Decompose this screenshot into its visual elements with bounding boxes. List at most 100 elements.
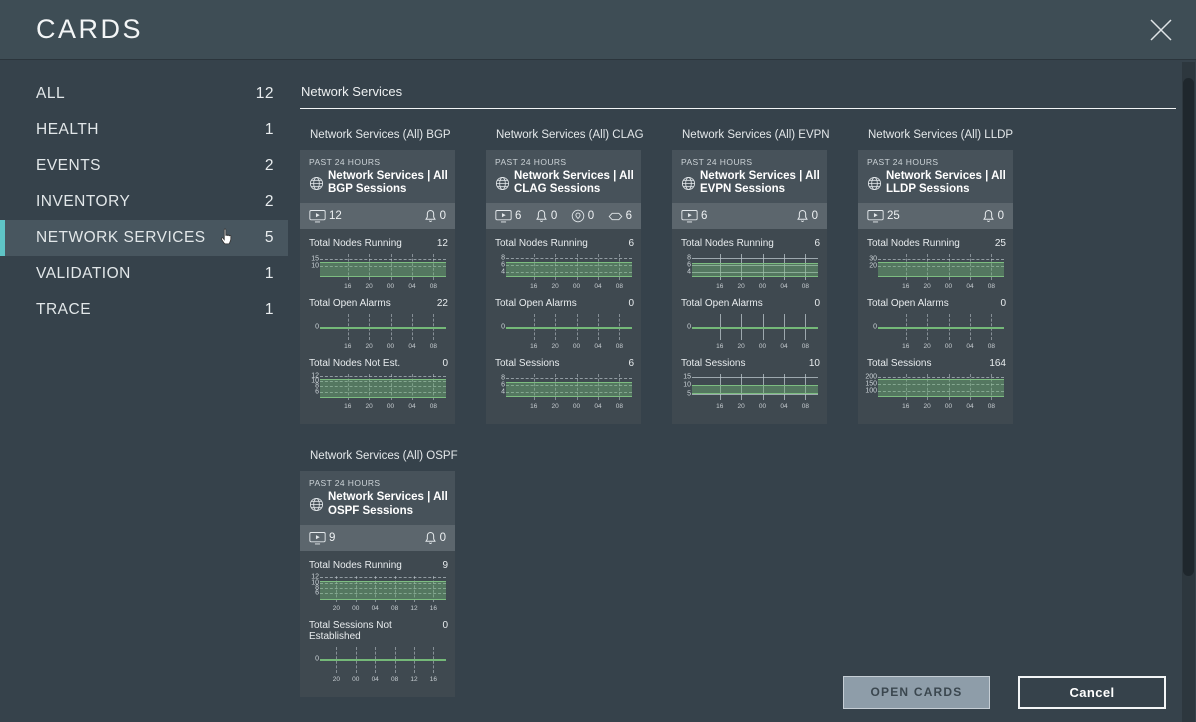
x-tick-label: 00 (387, 283, 394, 290)
x-axis: 1620000408 (320, 402, 446, 411)
mini-chart: 0 (878, 314, 1004, 340)
x-tick-label: 16 (902, 283, 909, 290)
stat-value: 6 (626, 210, 632, 222)
y-tick-label: 100 (862, 388, 877, 395)
chart-band (320, 379, 446, 398)
chart-flat-line (320, 327, 446, 329)
mini-chart: 15105 (692, 374, 818, 400)
chart-label: Total Open Alarms (309, 298, 391, 309)
sidebar-item-inventory[interactable]: INVENTORY2 (0, 184, 288, 220)
x-tick-label: 04 (594, 403, 601, 410)
sidebar-item-count: 5 (265, 229, 274, 247)
mini-chart: 1510 (320, 254, 446, 280)
sidebar-item-count: 12 (256, 85, 274, 103)
stat-value: 0 (588, 210, 594, 222)
card-title: Network Services | All CLAG Sessions (514, 170, 635, 196)
y-tick-label: 20 (862, 263, 877, 270)
nodes-stat: 6 (495, 209, 521, 223)
sidebar-item-label: VALIDATION (36, 265, 131, 283)
open-cards-button[interactable]: OPEN CARDS (843, 676, 990, 709)
card-title: Network Services | All OSPF Sessions (328, 491, 449, 517)
section-divider (300, 108, 1176, 109)
stat-value: 25 (887, 210, 900, 222)
chart-label: Total Sessions (867, 358, 931, 369)
nodes-icon (309, 209, 326, 223)
x-tick-label: 08 (988, 283, 995, 290)
scrollbar-thumb[interactable] (1183, 78, 1194, 576)
x-tick-label: 16 (344, 343, 351, 350)
cards-modal: CARDS ALL12HEALTH1EVENTS2INVENTORY2NETWO… (0, 0, 1196, 722)
chart-label: Total Nodes Running (867, 238, 960, 249)
x-axis: 1620000408 (506, 402, 632, 411)
x-tick-label: 20 (333, 605, 340, 612)
chart-block: Total Open Alarms001620000408 (862, 298, 1009, 351)
y-tick-label: 15 (676, 374, 691, 381)
x-tick-label: 04 (408, 403, 415, 410)
chart-block: Total Nodes Running9121086200004081216 (304, 560, 451, 613)
y-tick-label: 4 (490, 268, 505, 275)
card[interactable]: PAST 24 HOURSNetwork Services | All BGP … (300, 150, 455, 424)
x-tick-label: 20 (924, 283, 931, 290)
chart-block: Total Sessions68641620000408 (490, 358, 637, 411)
sidebar-item-label: HEALTH (36, 121, 99, 139)
close-icon (1149, 18, 1173, 42)
x-axis: 1620000408 (506, 342, 632, 351)
card[interactable]: PAST 24 HOURSNetwork Services | All LLDP… (858, 150, 1013, 424)
card-stats-row: 250 (858, 203, 1013, 229)
card-header: PAST 24 HOURSNetwork Services | All LLDP… (858, 150, 1013, 203)
x-tick-label: 20 (924, 403, 931, 410)
sidebar-item-health[interactable]: HEALTH1 (0, 112, 288, 148)
sidebar-item-trace[interactable]: TRACE1 (0, 292, 288, 328)
mini-chart: 121086 (320, 576, 446, 602)
sidebar-item-all[interactable]: ALL12 (0, 76, 288, 112)
x-tick-label: 20 (552, 283, 559, 290)
chart-band (692, 385, 818, 393)
globe-icon-wrap (495, 176, 510, 191)
y-tick-label: 4 (676, 268, 691, 275)
chart-band (878, 262, 1004, 277)
modal-footer: OPEN CARDS Cancel (0, 662, 1196, 722)
y-tick-label: 6 (304, 388, 319, 395)
globe-icon-wrap (309, 176, 324, 191)
nodes-icon (681, 209, 698, 223)
stat-value: 6 (701, 210, 707, 222)
card-stats-row: 90 (300, 525, 455, 551)
card-period: PAST 24 HOURS (309, 157, 449, 167)
sidebar-item-events[interactable]: EVENTS2 (0, 148, 288, 184)
x-tick-label: 04 (780, 283, 787, 290)
nodes-icon (867, 209, 884, 223)
x-tick-label: 20 (738, 283, 745, 290)
card[interactable]: PAST 24 HOURSNetwork Services | All EVPN… (672, 150, 827, 424)
mini-chart: 0 (692, 314, 818, 340)
chart-band (692, 263, 818, 277)
card-label: Network Services (All) BGP (300, 129, 455, 150)
mini-chart: 864 (506, 254, 632, 280)
card-period: PAST 24 HOURS (309, 478, 449, 488)
sidebar-item-validation[interactable]: VALIDATION 1 (0, 256, 288, 292)
sessions-stat: 6 (608, 210, 632, 222)
y-tick-label: 15 (304, 255, 319, 262)
bell-stat: 0 (424, 531, 446, 545)
card-period: PAST 24 HOURS (681, 157, 821, 167)
chart-value: 0 (442, 358, 448, 369)
nodes-icon (495, 209, 512, 223)
bell-stat: 0 (535, 209, 557, 223)
chart-band (506, 382, 632, 397)
x-tick-label: 16 (430, 605, 437, 612)
modal-header: CARDS (0, 0, 1196, 60)
card-cell: Network Services (All) EVPNPAST 24 HOURS… (672, 129, 827, 424)
x-tick-label: 04 (780, 343, 787, 350)
sidebar-item-network-services[interactable]: NETWORK SERVICES5 (0, 220, 288, 256)
card[interactable]: PAST 24 HOURS Network Services | All CLAG… (486, 150, 641, 424)
x-tick-label: 16 (902, 403, 909, 410)
x-tick-label: 00 (759, 403, 766, 410)
sidebar-item-count: 1 (265, 265, 274, 283)
chart-band (320, 262, 446, 277)
x-tick-label: 00 (945, 403, 952, 410)
card-period: PAST 24 HOURS (495, 157, 635, 167)
chart-label: Total Nodes Running (495, 238, 588, 249)
sidebar: ALL12HEALTH1EVENTS2INVENTORY2NETWORK SER… (0, 60, 288, 662)
nodes-stat: 6 (681, 209, 707, 223)
cancel-button[interactable]: Cancel (1018, 676, 1166, 709)
close-button[interactable] (1148, 17, 1174, 43)
